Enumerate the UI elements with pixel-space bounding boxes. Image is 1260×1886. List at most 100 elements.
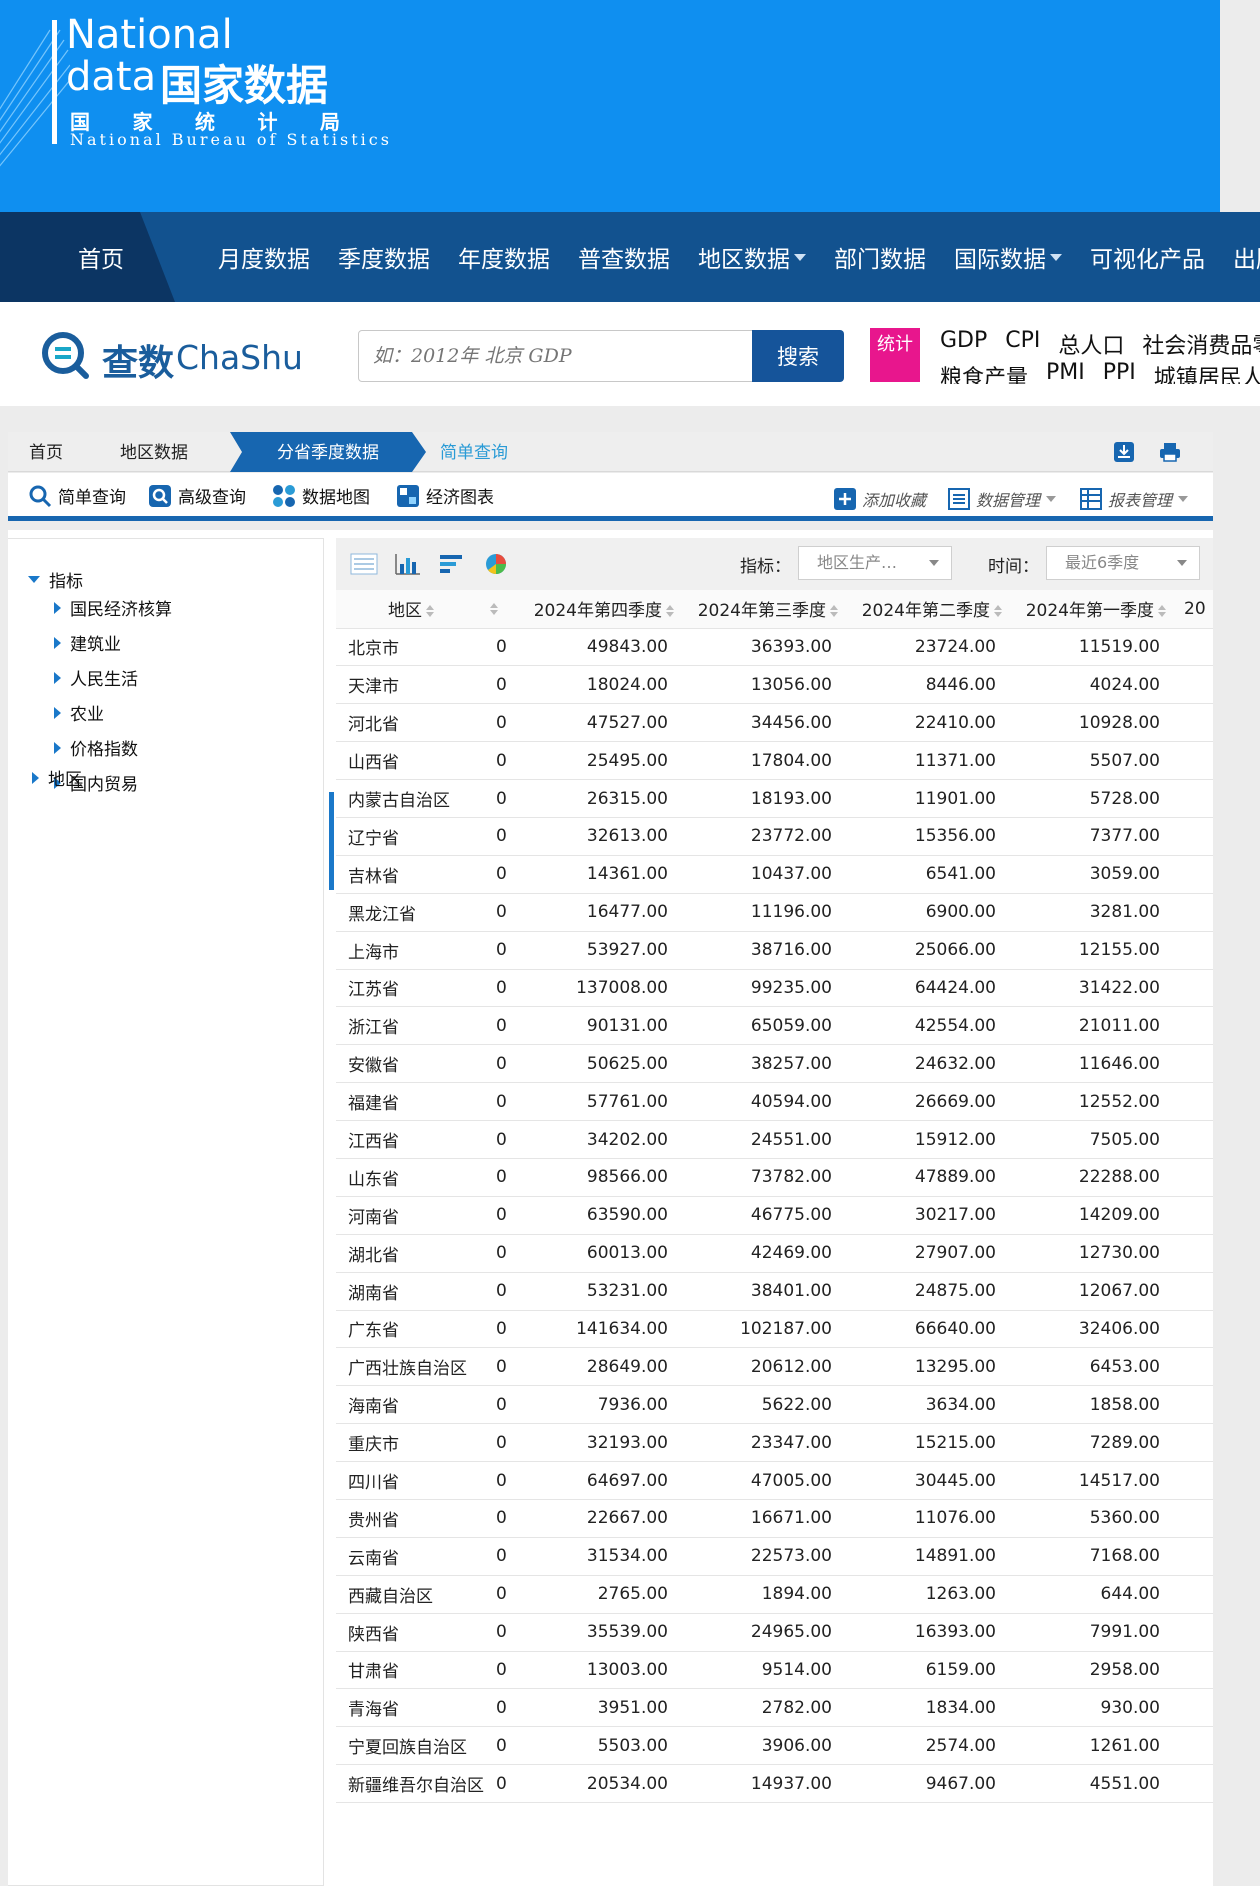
tree-node-region[interactable]: 地区 [32, 765, 82, 790]
value-cell: 5728.00 [1006, 779, 1170, 818]
value-cell: 0 [486, 893, 516, 932]
hot-keyword-link[interactable]: 城镇居民人 [1154, 360, 1260, 384]
column-header[interactable] [486, 590, 516, 629]
column-header[interactable]: 2024年第一季度 [1006, 590, 1170, 629]
time-select[interactable]: 最近6季度 [1046, 546, 1200, 580]
sort-icon[interactable] [490, 602, 498, 615]
region-cell: 贵州省 [336, 1499, 486, 1538]
hot-keyword-link[interactable]: PMI [1046, 360, 1085, 384]
sidebar-splitter-handle[interactable] [326, 792, 334, 890]
nav-item[interactable]: 年度数据 [458, 240, 550, 274]
nav-item[interactable]: 可视化产品 [1090, 240, 1205, 274]
data-map-tool[interactable]: 数据地图 [272, 483, 370, 508]
nav-item[interactable]: 月度数据 [218, 240, 310, 274]
region-cell: 河南省 [336, 1196, 486, 1235]
indicator-select[interactable]: 地区生产… [798, 546, 952, 580]
stat-badge[interactable]: 统计 [870, 328, 920, 382]
nav-item[interactable]: 国际数据 [954, 240, 1062, 274]
sort-icon[interactable] [994, 605, 1002, 618]
hot-keyword-link[interactable]: 总人口 [1058, 328, 1124, 360]
tool-label: 经济图表 [426, 488, 494, 508]
sort-icon[interactable] [1158, 605, 1166, 618]
print-icon[interactable] [1158, 440, 1182, 464]
tree-node-indicator-child[interactable]: 农业 [54, 700, 104, 725]
hot-keyword-link[interactable]: CPI [1005, 328, 1040, 360]
tree-node-indicator-child[interactable]: 建筑业 [54, 630, 121, 655]
sort-icon[interactable] [426, 605, 434, 618]
tree-node-indicators[interactable]: 指标 [28, 567, 83, 592]
value-cell: 1261.00 [1006, 1726, 1170, 1766]
column-header[interactable]: 2024年第二季度 [842, 590, 1006, 629]
nav-item[interactable]: 出版 [1233, 240, 1260, 274]
column-header-label: 2024年第四季度 [533, 601, 662, 622]
value-cell: 31534.00 [516, 1537, 678, 1576]
value-cell: 30445.00 [842, 1461, 1006, 1500]
add-favorite-tool[interactable]: 添加收藏 [834, 487, 926, 511]
download-icon[interactable] [1112, 440, 1136, 464]
value-cell: 0 [486, 741, 516, 781]
region-cell: 甘肃省 [336, 1651, 486, 1690]
value-cell: 57761.00 [516, 1082, 678, 1122]
nav-item[interactable]: 地区数据 [698, 240, 806, 274]
column-header[interactable]: 2024年第三季度 [678, 590, 842, 629]
value-cell: 17804.00 [678, 741, 842, 781]
value-cell: 137008.00 [516, 969, 678, 1008]
hot-keyword-link[interactable]: 社会消费品零 [1142, 328, 1260, 360]
nav-item[interactable]: 普查数据 [578, 240, 670, 274]
table-row: 宁夏回族自治区 0 5503.00 3906.00 2574.00 1261.00 [336, 1726, 1213, 1766]
value-cell: 3951.00 [516, 1688, 678, 1728]
logo-text-data: data [66, 54, 157, 100]
hot-keyword-link[interactable]: PPI [1103, 360, 1136, 384]
breadcrumb-simple-query[interactable]: 简单查询 [440, 432, 508, 474]
breadcrumb-current[interactable]: 分省季度数据 [230, 432, 426, 472]
breadcrumb-region-data[interactable]: 地区数据 [120, 432, 188, 472]
overflow-cell [1170, 1044, 1213, 1084]
advanced-query-tool[interactable]: 高级查询 [148, 483, 246, 508]
value-cell: 0 [486, 1651, 516, 1690]
table-view-icon[interactable] [350, 552, 378, 576]
column-header[interactable]: 20 [1170, 590, 1213, 629]
report-management-tool[interactable]: 报表管理 [1080, 487, 1189, 511]
column-header[interactable]: 地区 [336, 590, 486, 629]
value-cell: 0 [486, 1764, 516, 1804]
table-row: 西藏自治区 0 2765.00 1894.00 1263.00 644.00 [336, 1575, 1213, 1614]
value-cell: 5622.00 [678, 1385, 842, 1425]
hbar-chart-icon[interactable] [438, 552, 466, 576]
economic-chart-tool[interactable]: 经济图表 [396, 483, 494, 508]
tree-node-indicator-child[interactable]: 国民经济核算 [54, 595, 172, 620]
bar-chart-icon[interactable] [394, 552, 422, 576]
value-cell: 2765.00 [516, 1575, 678, 1614]
value-cell: 0 [486, 1272, 516, 1311]
value-cell: 12552.00 [1006, 1082, 1170, 1122]
data-management-tool[interactable]: 数据管理 [948, 487, 1057, 511]
value-cell: 930.00 [1006, 1688, 1170, 1728]
column-header[interactable]: 2024年第四季度 [516, 590, 678, 629]
tree-node-indicator-child[interactable]: 人民生活 [54, 665, 138, 690]
column-header-label: 地区 [388, 601, 422, 622]
sort-icon[interactable] [830, 605, 838, 618]
hot-keyword-link[interactable]: 粮食产量 [940, 360, 1028, 384]
value-cell: 24632.00 [842, 1044, 1006, 1084]
value-cell: 12155.00 [1006, 931, 1170, 970]
tool-label: 数据地图 [302, 488, 370, 508]
overflow-cell [1170, 893, 1213, 932]
breadcrumb-home[interactable]: 首页 [29, 432, 63, 472]
region-cell: 湖北省 [336, 1234, 486, 1273]
indicator-select-value: 地区生产… [817, 553, 898, 572]
simple-query-tool[interactable]: 简单查询 [28, 483, 126, 508]
nav-item-label: 出版 [1233, 247, 1260, 273]
search-input[interactable] [358, 330, 754, 382]
hot-keyword-link[interactable]: GDP [940, 328, 987, 360]
nav-item[interactable]: 部门数据 [834, 240, 926, 274]
search-button[interactable]: 搜索 [752, 330, 844, 382]
nav-item[interactable]: 首页 [78, 240, 124, 274]
overflow-cell [1170, 817, 1213, 856]
nav-item[interactable]: 季度数据 [338, 240, 430, 274]
pie-chart-icon[interactable] [482, 552, 510, 576]
overflow-cell [1170, 1158, 1213, 1197]
overflow-cell [1170, 1006, 1213, 1046]
value-cell: 53231.00 [516, 1272, 678, 1311]
value-cell: 16477.00 [516, 893, 678, 932]
tree-node-indicator-child[interactable]: 价格指数 [54, 735, 138, 760]
sort-icon[interactable] [666, 605, 674, 618]
